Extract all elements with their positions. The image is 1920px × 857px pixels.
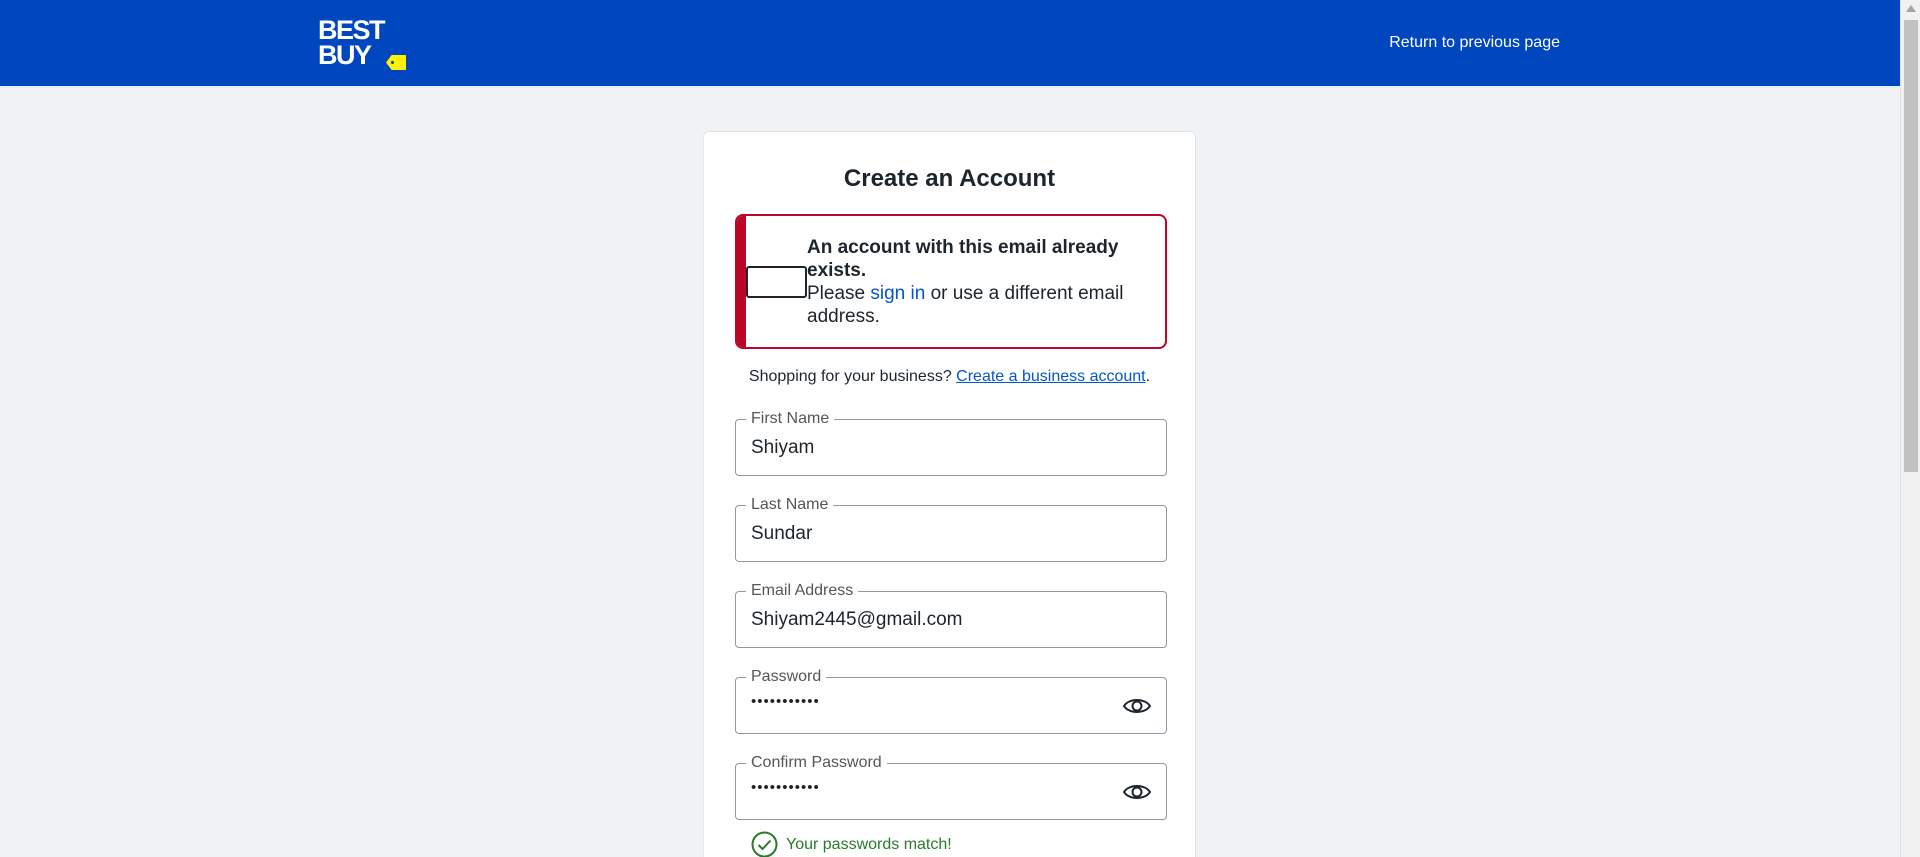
alert-description: Please sign in or use a different email …: [807, 283, 1124, 327]
eye-icon[interactable]: [1122, 782, 1152, 802]
create-account-card: Create an Account An account with this e…: [703, 131, 1196, 857]
create-business-account-link[interactable]: Create a business account: [956, 368, 1145, 385]
first-name-label: First Name: [746, 409, 835, 429]
last-name-label: Last Name: [746, 495, 834, 515]
site-header: BEST BUY Return to previous page: [0, 0, 1900, 88]
error-alert: An account with this email already exist…: [735, 214, 1167, 349]
password-match-text: Your passwords match!: [786, 835, 952, 853]
password-label: Password: [746, 667, 827, 687]
logo-text: BEST BUY: [318, 15, 386, 70]
confirm-password-label: Confirm Password: [746, 753, 887, 773]
first-name-field[interactable]: First Name Shiyam: [735, 409, 1167, 476]
check-circle-icon: [751, 831, 778, 857]
password-field[interactable]: Password •••••••••••: [735, 667, 1167, 734]
scroll-up-arrow-icon[interactable]: [1906, 5, 1916, 12]
email-field[interactable]: Email Address Shiyam2445@gmail.com: [735, 581, 1167, 648]
return-to-previous-page-link[interactable]: Return to previous page: [1389, 34, 1560, 52]
password-match-message: Your passwords match!: [751, 831, 952, 857]
password-value[interactable]: •••••••••••: [751, 693, 820, 710]
email-label: Email Address: [746, 581, 859, 601]
alert-icon-placeholder: [746, 266, 807, 298]
business-account-prompt: Shopping for your business? Create a bus…: [748, 368, 1151, 385]
eye-icon[interactable]: [1122, 696, 1152, 716]
alert-accent-bar: [737, 216, 746, 347]
alert-message: An account with this email already exist…: [807, 236, 1152, 328]
confirm-password-value[interactable]: •••••••••••: [751, 779, 820, 796]
alert-title: An account with this email already exist…: [807, 237, 1119, 281]
scrollbar-thumb[interactable]: [1904, 20, 1918, 472]
logo-tag-icon: [386, 55, 406, 70]
confirm-password-field[interactable]: Confirm Password •••••••••••: [735, 753, 1167, 820]
sign-in-link[interactable]: sign in: [870, 283, 925, 304]
email-value[interactable]: Shiyam2445@gmail.com: [751, 609, 963, 631]
last-name-value[interactable]: Sundar: [751, 523, 812, 545]
last-name-field[interactable]: Last Name Sundar: [735, 495, 1167, 562]
best-buy-logo[interactable]: BEST BUY: [318, 15, 410, 74]
page-title: Create an Account: [843, 165, 1056, 192]
first-name-value[interactable]: Shiyam: [751, 437, 814, 459]
page-scrollbar[interactable]: [1900, 0, 1920, 857]
